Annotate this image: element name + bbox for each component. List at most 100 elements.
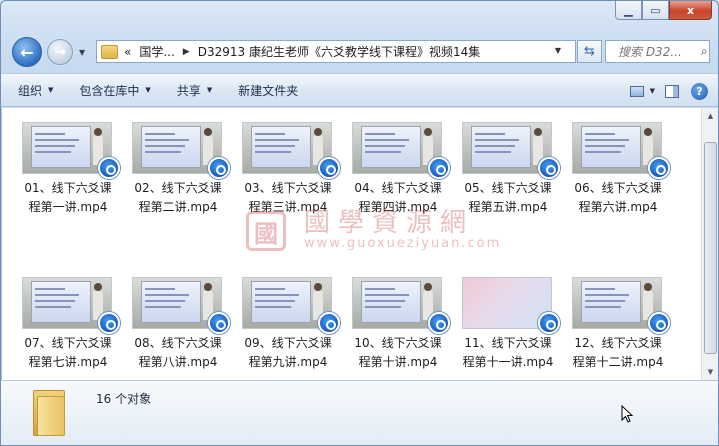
- caption-buttons: ▁ ▭ x: [615, 1, 712, 20]
- preview-pane-icon: [665, 84, 679, 98]
- toolbar-right: ▼ ?: [620, 74, 718, 108]
- file-name: 11、线下六爻课 程第十一讲.mp4: [456, 334, 560, 372]
- file-item[interactable]: 03、线下六爻课 程第三讲.mp4: [242, 122, 342, 232]
- item-count: 16 个对象: [96, 392, 152, 406]
- maximize-icon: ▭: [650, 3, 661, 17]
- scrollbar-thumb[interactable]: [704, 142, 717, 354]
- file-name-line1: 12、线下六爻课: [574, 336, 662, 350]
- close-button[interactable]: x: [669, 1, 712, 20]
- file-item[interactable]: 05、线下六爻课 程第五讲.mp4: [462, 122, 562, 232]
- file-name-line2: 程第十二讲.mp4: [572, 355, 664, 369]
- file-name: 02、线下六爻课 程第二讲.mp4: [126, 179, 230, 217]
- mouse-cursor-icon: [621, 405, 633, 423]
- file-name: 03、线下六爻课 程第三讲.mp4: [236, 179, 340, 217]
- file-name-line1: 01、线下六爻课: [24, 181, 112, 195]
- view-icon: [629, 85, 644, 97]
- file-name: 04、线下六爻课 程第四讲.mp4: [346, 179, 450, 217]
- file-name-line2: 程第二讲.mp4: [138, 200, 218, 214]
- file-list-view[interactable]: 01、线下六爻课 程第一讲.mp4 02、线下六爻课 程第二讲.mp4 03、线下六爻课…: [1, 108, 701, 380]
- file-name-line1: 10、线下六爻课: [354, 336, 442, 350]
- file-name-line1: 05、线下六爻课: [464, 181, 552, 195]
- file-name-line2: 程第十讲.mp4: [358, 355, 438, 369]
- file-item[interactable]: 04、线下六爻课 程第四讲.mp4: [352, 122, 452, 232]
- file-item[interactable]: 11、线下六爻课 程第十一讲.mp4: [462, 277, 562, 387]
- close-icon: x: [686, 3, 695, 17]
- chevron-down-icon: ▼: [206, 86, 213, 94]
- breadcrumb-separator-icon[interactable]: ▶: [183, 47, 190, 57]
- search-icon[interactable]: ⌕: [701, 44, 708, 59]
- new-folder-button[interactable]: 新建文件夹: [238, 82, 298, 99]
- new-folder-label: 新建文件夹: [238, 83, 299, 98]
- file-name: 05、线下六爻课 程第五讲.mp4: [456, 179, 560, 217]
- file-name-line1: 04、线下六爻课: [354, 181, 442, 195]
- video-player-icon: [648, 312, 670, 334]
- file-name-line2: 程第十一讲.mp4: [462, 355, 554, 369]
- video-player-icon: [648, 157, 670, 179]
- file-name-line1: 11、线下六爻课: [464, 336, 552, 350]
- file-name-line1: 07、线下六爻课: [24, 336, 112, 350]
- file-name: 07、线下六爻课 程第七讲.mp4: [16, 334, 120, 372]
- share-label: 共享: [176, 83, 201, 98]
- back-button[interactable]: ←: [12, 37, 42, 67]
- details-pane: 16 个对象: [1, 380, 718, 445]
- minimize-button[interactable]: ▁: [615, 1, 642, 20]
- organize-label: 组织: [18, 83, 43, 98]
- file-name: 12、线下六爻课 程第十二讲.mp4: [566, 334, 670, 372]
- search-input[interactable]: [618, 44, 698, 59]
- address-dropdown-button[interactable]: ▼: [555, 46, 569, 55]
- file-name-line2: 程第三讲.mp4: [248, 200, 328, 214]
- breadcrumb-overflow[interactable]: «: [124, 45, 131, 59]
- folder-icon: [101, 44, 118, 59]
- video-player-icon: [318, 157, 340, 179]
- vertical-scrollbar[interactable]: ▲ ▼: [701, 108, 718, 380]
- share-menu[interactable]: 共享 ▼: [177, 82, 212, 99]
- file-name-line2: 程第八讲.mp4: [138, 355, 218, 369]
- file-item[interactable]: 08、线下六爻课 程第八讲.mp4: [132, 277, 232, 387]
- maximize-button[interactable]: ▭: [642, 1, 669, 20]
- address-bar[interactable]: « 国学... ▶ D32913 康纪生老师《六爻教学线下课程》视频14集 ▼: [96, 40, 576, 63]
- arrow-left-icon: ←: [20, 42, 34, 62]
- search-box[interactable]: ⌕: [605, 40, 710, 63]
- file-item[interactable]: 06、线下六爻课 程第六讲.mp4: [572, 122, 672, 232]
- scroll-down-icon[interactable]: ▼: [703, 364, 718, 380]
- file-item[interactable]: 02、线下六爻课 程第二讲.mp4: [132, 122, 232, 232]
- video-player-icon: [98, 312, 120, 334]
- forward-button[interactable]: →: [47, 39, 73, 65]
- organize-menu[interactable]: 组织 ▼: [18, 82, 53, 99]
- file-item[interactable]: 07、线下六爻课 程第七讲.mp4: [22, 277, 122, 387]
- file-name-line1: 02、线下六爻课: [134, 181, 222, 195]
- breadcrumb-item-current-folder[interactable]: D32913 康纪生老师《六爻教学线下课程》视频14集: [198, 43, 481, 60]
- file-name-line2: 程第七讲.mp4: [28, 355, 108, 369]
- video-player-icon: [428, 157, 450, 179]
- chevron-down-icon: ▼: [554, 46, 561, 55]
- chevron-down-icon: ▼: [79, 48, 86, 57]
- video-player-icon: [208, 312, 230, 334]
- file-item[interactable]: 10、线下六爻课 程第十讲.mp4: [352, 277, 452, 387]
- chevron-down-icon: ▼: [145, 86, 151, 94]
- include-in-library-menu[interactable]: 包含在库中 ▼: [79, 82, 150, 99]
- file-name-line1: 03、线下六爻课: [244, 181, 332, 195]
- file-name: 10、线下六爻课 程第十讲.mp4: [346, 334, 450, 372]
- file-name-line1: 09、线下六爻课: [244, 336, 332, 350]
- video-player-icon: [318, 312, 340, 334]
- file-item[interactable]: 09、线下六爻课 程第九讲.mp4: [242, 277, 342, 387]
- view-options-dropdown[interactable]: ▼: [650, 87, 655, 95]
- refresh-button[interactable]: ⇆: [577, 40, 602, 63]
- folder-icon: [33, 390, 65, 436]
- help-icon[interactable]: ?: [691, 82, 708, 100]
- video-player-icon: [538, 312, 560, 334]
- file-item[interactable]: 01、线下六爻课 程第一讲.mp4: [22, 122, 122, 232]
- breadcrumb-item-guoxue[interactable]: 国学...: [139, 43, 174, 60]
- video-player-icon: [428, 312, 450, 334]
- video-player-icon: [538, 157, 560, 179]
- file-item[interactable]: 12、线下六爻课 程第十二讲.mp4: [572, 277, 672, 387]
- file-name-line1: 06、线下六爻课: [574, 181, 662, 195]
- refresh-icon: ⇆: [584, 44, 595, 59]
- video-player-icon: [98, 157, 120, 179]
- change-view-button[interactable]: [626, 82, 648, 100]
- command-bar: 组织 ▼ 包含在库中 ▼ 共享 ▼ 新建文件夹 ▼ ?: [1, 73, 718, 107]
- scroll-up-icon[interactable]: ▲: [703, 108, 718, 124]
- recent-pages-dropdown[interactable]: ▼: [79, 48, 85, 57]
- preview-pane-button[interactable]: [661, 82, 683, 100]
- file-name: 09、线下六爻课 程第九讲.mp4: [236, 334, 340, 372]
